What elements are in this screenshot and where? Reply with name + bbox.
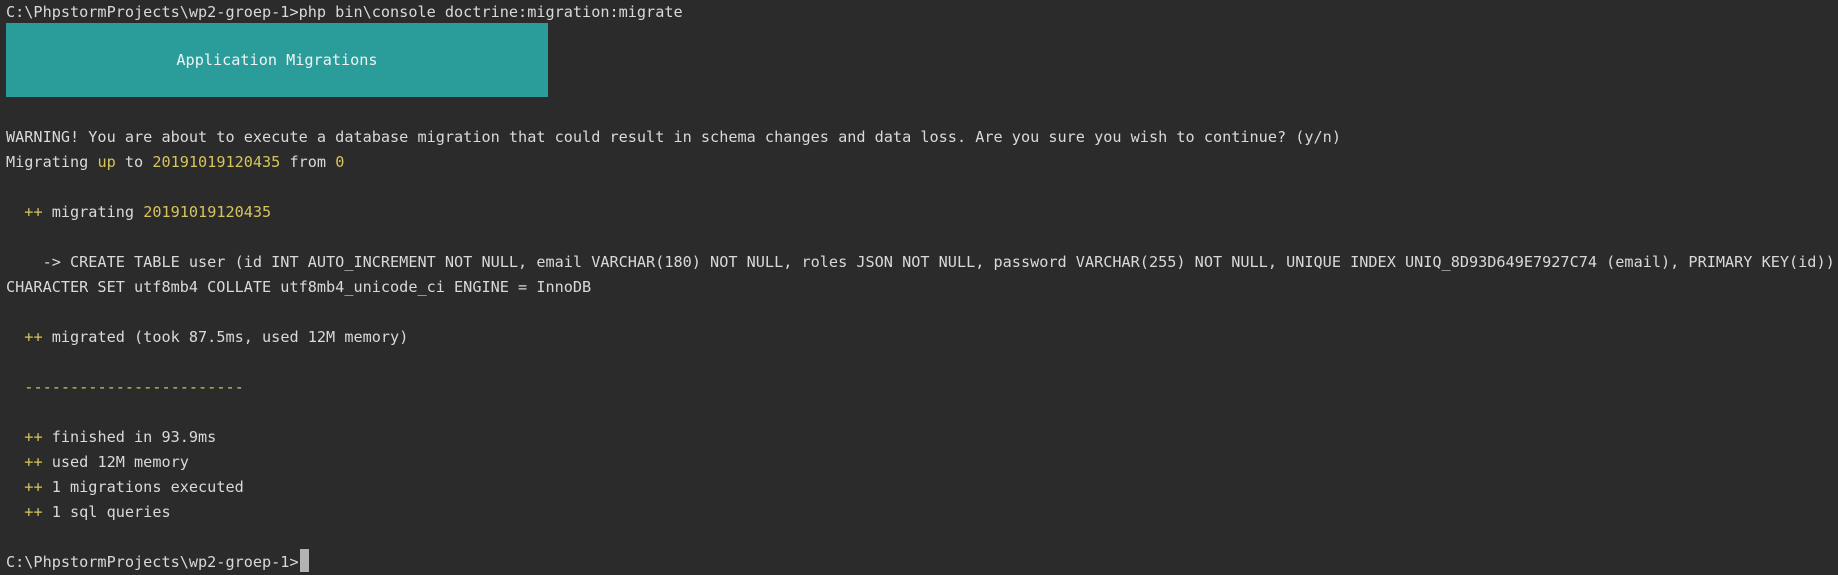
summary-marker: ++ (24, 503, 43, 521)
separator-line: ------------------------ (6, 375, 244, 400)
migrated-text: migrated (took 87.5ms, used 12M memory) (42, 328, 409, 346)
sql-line-2: CHARACTER SET utf8mb4 COLLATE utf8mb4_un… (6, 278, 592, 296)
separator: ------------------------ (24, 378, 244, 396)
command-line: C:\PhpstormProjects\wp2-groep-1>php bin\… (6, 3, 683, 21)
step-version: 20191019120435 (143, 203, 272, 221)
warning-text: WARNING! You are about to execute a data… (6, 128, 1341, 146)
step-label: migrating (42, 203, 144, 221)
migrating-to-text: to (115, 153, 153, 171)
migrating-prefix: Migrating (6, 153, 98, 171)
migrating-step-line: ++ migrating 20191019120435 (6, 200, 271, 225)
from-version: 0 (335, 153, 345, 171)
summary-marker: ++ (24, 428, 43, 446)
migrating-from-text: from (280, 153, 336, 171)
summary-marker: ++ (24, 453, 43, 471)
target-version: 20191019120435 (152, 153, 281, 171)
migrations-banner: Application Migrations (6, 23, 548, 97)
summary-text: 1 migrations executed (42, 478, 244, 496)
summary-memory: ++ used 12M memory (6, 450, 189, 475)
prompt-line[interactable]: C:\PhpstormProjects\wp2-groep-1> (6, 549, 309, 575)
summary-migrations: ++ 1 migrations executed (6, 475, 244, 500)
summary-finished: ++ finished in 93.9ms (6, 425, 216, 450)
summary-marker: ++ (24, 478, 43, 496)
summary-queries: ++ 1 sql queries (6, 500, 171, 525)
migrated-line: ++ migrated (took 87.5ms, used 12M memor… (6, 325, 408, 350)
prompt: C:\PhpstormProjects\wp2-groep-1> (6, 553, 299, 571)
terminal-window[interactable]: C:\PhpstormProjects\wp2-groep-1>php bin\… (0, 0, 1838, 575)
migrating-line: Migrating up to 20191019120435 from 0 (6, 150, 344, 175)
step-marker: ++ (24, 203, 43, 221)
sql-line-1: -> CREATE TABLE user (id INT AUTO_INCREM… (6, 253, 1838, 271)
summary-text: finished in 93.9ms (42, 428, 217, 446)
migrated-marker: ++ (24, 328, 43, 346)
migration-direction: up (97, 153, 116, 171)
summary-text: 1 sql queries (42, 503, 171, 521)
text-cursor (299, 549, 309, 572)
summary-text: used 12M memory (42, 453, 189, 471)
banner-title: Application Migrations (176, 50, 378, 69)
